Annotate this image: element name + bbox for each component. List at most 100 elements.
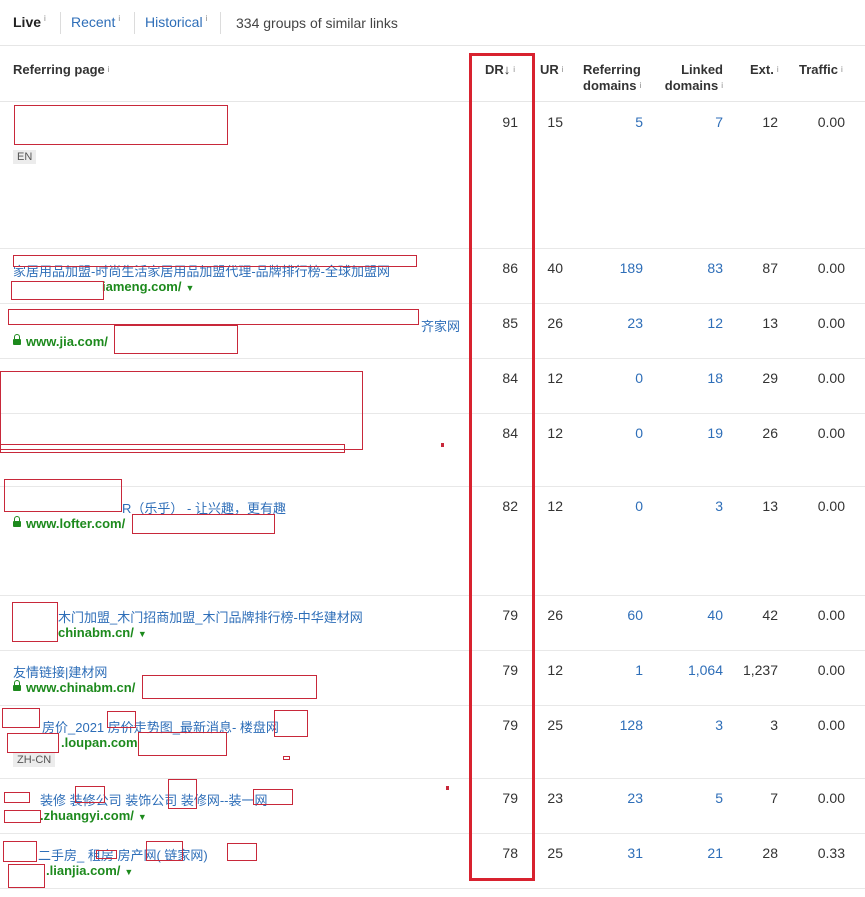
domain-link[interactable]: chinabm.cn/ ▼ [58, 625, 147, 640]
col-ext[interactable]: Ext. i [750, 62, 779, 78]
tab-recent[interactable]: Recent i [71, 14, 120, 30]
col-traffic-label: Traffic [799, 62, 839, 77]
linked-domains-link[interactable]: 19 [660, 425, 723, 441]
info-icon[interactable]: i [44, 14, 46, 23]
col-referring-domains-label: Referring [583, 62, 641, 77]
referring-domains-link[interactable]: 60 [580, 607, 643, 623]
domain-link[interactable]: www.chinabm.cn/ [13, 680, 135, 695]
linked-domains-link[interactable]: 21 [660, 845, 723, 861]
redaction-box [2, 708, 40, 728]
row-divider [0, 358, 865, 359]
tab-live[interactable]: Live i [13, 14, 46, 30]
traffic-value: 0.00 [817, 498, 845, 514]
lock-icon [13, 680, 21, 691]
col-traffic[interactable]: Traffic i [799, 62, 843, 78]
table-header: Referring page i DR↓ i UR i Referring domain… [0, 46, 865, 102]
row-divider [0, 248, 865, 249]
redaction-mark [446, 786, 449, 790]
domain-text: .loupan.com [61, 735, 138, 750]
col-referring-domains[interactable]: Referring domains i [583, 62, 641, 94]
redaction-box [107, 711, 136, 728]
linked-domains-link[interactable]: 7 [660, 114, 723, 130]
domain-text: .lianjia.com/ [46, 863, 121, 878]
ext-value: 13 [762, 498, 778, 514]
referring-domains-link[interactable]: 0 [580, 370, 643, 386]
page-title-link[interactable]: 齐家网 [421, 316, 460, 335]
referring-domains-link[interactable]: 5 [580, 114, 643, 130]
redaction-box [4, 479, 122, 512]
domain-text: chinabm.cn/ [58, 625, 134, 640]
referring-domains-link[interactable]: 1 [580, 662, 643, 678]
dropdown-arrow-icon[interactable]: ▼ [185, 283, 194, 293]
divider [220, 12, 221, 34]
ext-value: 7 [770, 790, 778, 806]
dropdown-arrow-icon[interactable]: ▼ [124, 867, 133, 877]
dr-column-highlight [469, 53, 535, 881]
col-linked-domains-label-2: domains [664, 78, 719, 93]
col-ur[interactable]: UR i [540, 62, 564, 78]
redaction-box [227, 843, 257, 861]
col-ext-label: Ext. [750, 62, 774, 77]
traffic-value: 0.00 [817, 114, 845, 130]
referring-domains-link[interactable]: 0 [580, 425, 643, 441]
linked-domains-link[interactable]: 5 [660, 790, 723, 806]
domain-link[interactable]: iameng.com/▼ [102, 279, 194, 294]
info-icon[interactable]: i [777, 65, 779, 74]
domain-link[interactable]: .zhuangyi.com/ ▼ [40, 808, 147, 823]
domain-link[interactable]: www.jia.com/ [13, 334, 108, 349]
tab-historical[interactable]: Historical i [145, 14, 207, 30]
linked-domains-link[interactable]: 3 [660, 717, 723, 733]
row-divider [0, 595, 865, 596]
referring-domains-link[interactable]: 0 [580, 498, 643, 514]
referring-domains-link[interactable]: 23 [580, 790, 643, 806]
info-icon[interactable]: i [562, 65, 564, 74]
linked-domains-link[interactable]: 18 [660, 370, 723, 386]
info-icon[interactable]: i [108, 65, 110, 74]
referring-domains-link[interactable]: 23 [580, 315, 643, 331]
dropdown-arrow-icon[interactable]: ▼ [138, 812, 147, 822]
divider [60, 12, 61, 34]
redaction-box [4, 810, 41, 823]
linked-domains-link[interactable]: 40 [660, 607, 723, 623]
traffic-value: 0.00 [817, 662, 845, 678]
row-divider [0, 888, 865, 889]
info-icon[interactable]: i [841, 65, 843, 74]
info-icon[interactable]: i [721, 81, 723, 90]
traffic-value: 0.00 [817, 315, 845, 331]
redaction-box [4, 792, 30, 803]
domain-text: .zhuangyi.com/ [40, 808, 134, 823]
col-linked-domains[interactable]: Linked domains i [660, 62, 723, 94]
ext-value: 87 [762, 260, 778, 276]
row-divider [0, 778, 865, 779]
col-referring-page[interactable]: Referring page i [13, 62, 110, 78]
linked-domains-link[interactable]: 1,064 [660, 662, 723, 678]
referring-domains-link[interactable]: 128 [580, 717, 643, 733]
redaction-box [0, 371, 363, 450]
page-title-link[interactable]: 友情链接|建材网 [13, 662, 107, 681]
domain-text: iameng.com/ [102, 279, 182, 294]
referring-domains-link[interactable]: 189 [580, 260, 643, 276]
col-referring-domains-label-2: domains [583, 78, 637, 93]
domain-link[interactable]: .loupan.com [61, 735, 138, 750]
domain-text: www.lofter.com/ [26, 516, 126, 531]
row-divider [0, 486, 865, 487]
redaction-box [7, 733, 59, 753]
info-icon[interactable]: i [118, 14, 120, 23]
domain-link[interactable]: www.lofter.com/ [13, 516, 125, 531]
dropdown-arrow-icon[interactable]: ▼ [138, 629, 147, 639]
redaction-box [12, 602, 58, 642]
divider [134, 12, 135, 34]
info-icon[interactable]: i [206, 14, 208, 23]
page-title-link[interactable]: 木门加盟_木门招商加盟_木门品牌排行榜-中华建材网 [58, 607, 363, 626]
tab-historical-label: Historical [145, 14, 203, 30]
language-badge: ZH-CN [13, 753, 56, 767]
referring-domains-link[interactable]: 31 [580, 845, 643, 861]
domain-link[interactable]: .lianjia.com/▼ [46, 863, 133, 878]
traffic-value: 0.00 [817, 717, 845, 733]
linked-domains-link[interactable]: 83 [660, 260, 723, 276]
linked-domains-link[interactable]: 3 [660, 498, 723, 514]
info-icon[interactable]: i [639, 81, 641, 90]
row-divider [0, 705, 865, 706]
linked-domains-link[interactable]: 12 [660, 315, 723, 331]
traffic-value: 0.00 [817, 790, 845, 806]
